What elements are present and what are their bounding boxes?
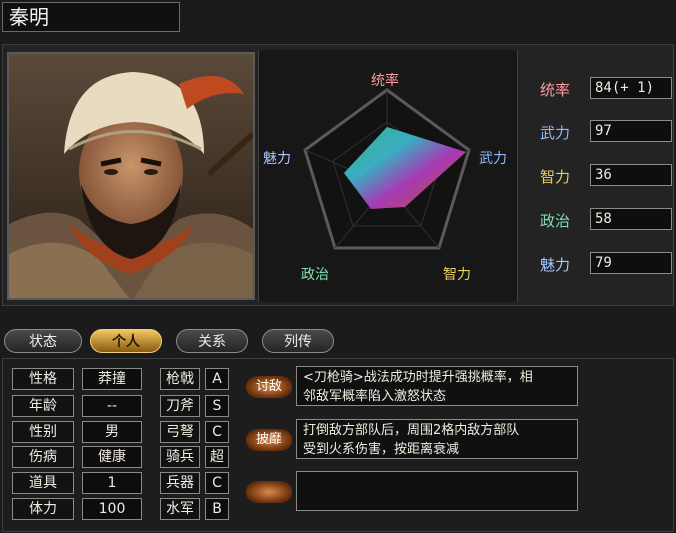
stat-label: 统率 [540,81,571,99]
tab-personal[interactable]: 个人 [90,329,162,353]
stat-row-force: 武力 97 [518,120,672,144]
skill-badge-taodi[interactable]: 讨敌 [246,376,292,398]
attr-value-item: 1 [82,472,142,494]
attr-label-gender: 性别 [12,421,74,443]
aptitude-grade-cavalry: 超 [205,446,229,468]
stat-row-intelligence: 智力 36 [518,164,672,188]
aptitude-grade-bow: C [205,421,229,443]
stat-label: 智力 [540,168,571,186]
aptitude-label-navy: 水军 [160,498,200,520]
aptitude-grade-navy: B [205,498,229,520]
skill-description-line: 受到火系伤害，按距离衰减 [303,442,460,457]
radar-label-command: 统率 [371,73,399,89]
aptitude-grade-blade: S [205,395,229,417]
skill-badge-pimi[interactable]: 披靡 [246,429,292,451]
aptitude-label-siege: 兵器 [160,472,200,494]
skill-description-line: <刀枪骑>战法成功时提升强挑概率，相 [303,370,533,385]
attr-label-stamina: 体力 [12,498,74,520]
aptitude-grade-siege: C [205,472,229,494]
stat-value: 84(+ 1) [590,77,672,99]
attr-label-age: 年龄 [12,395,74,417]
skill-description-line: 打倒敌方部队后，周围2格内敌方部队 [303,423,520,438]
stat-value: 36 [590,164,672,186]
attr-value-personality: 莽撞 [82,368,142,390]
stat-row-politics: 政治 58 [518,208,672,232]
radar-label-force: 武力 [479,151,507,167]
stat-value: 97 [590,120,672,142]
aptitude-label-blade: 刀斧 [160,395,200,417]
skill-description-pimi: 打倒敌方部队后，周围2格内敌方部队 受到火系伤害，按距离衰减 [296,419,578,459]
stats-list: 统率 84(+ 1) 武力 97 智力 36 政治 58 魅力 79 [518,52,672,300]
stat-label: 政治 [540,212,571,230]
stat-value: 79 [590,252,672,274]
aptitude-label-spear: 枪戟 [160,368,200,390]
tab-status[interactable]: 状态 [4,329,82,353]
aptitude-label-cavalry: 骑兵 [160,446,200,468]
attr-label-injury: 伤病 [12,446,74,468]
ability-radar-chart: 统率 武力 智力 政治 魅力 [258,50,518,302]
radar-label-intelligence: 智力 [443,267,471,283]
skill-description-empty [296,471,578,511]
skill-description-taodi: <刀枪骑>战法成功时提升强挑概率，相 邻敌军概率陷入激怒状态 [296,366,578,406]
attr-label-item: 道具 [12,472,74,494]
general-portrait [7,52,255,300]
tab-relations[interactable]: 关系 [176,329,248,353]
aptitude-label-bow: 弓弩 [160,421,200,443]
attr-value-injury: 健康 [82,446,142,468]
attr-value-gender: 男 [82,421,142,443]
tab-biography[interactable]: 列传 [262,329,334,353]
stat-value: 58 [590,208,672,230]
stat-label: 武力 [540,124,571,142]
stat-label: 魅力 [540,256,571,274]
aptitude-grade-spear: A [205,368,229,390]
attr-value-stamina: 100 [82,498,142,520]
skill-badge-empty[interactable] [246,481,292,503]
stat-row-charm: 魅力 79 [518,252,672,276]
radar-label-politics: 政治 [301,267,329,283]
attr-label-personality: 性格 [12,368,74,390]
attr-value-age: -- [82,395,142,417]
stat-row-command: 统率 84(+ 1) [518,77,672,101]
general-name: 秦明 [2,2,180,32]
radar-label-charm: 魅力 [263,151,291,167]
skill-description-line: 邻敌军概率陷入激怒状态 [303,389,447,404]
